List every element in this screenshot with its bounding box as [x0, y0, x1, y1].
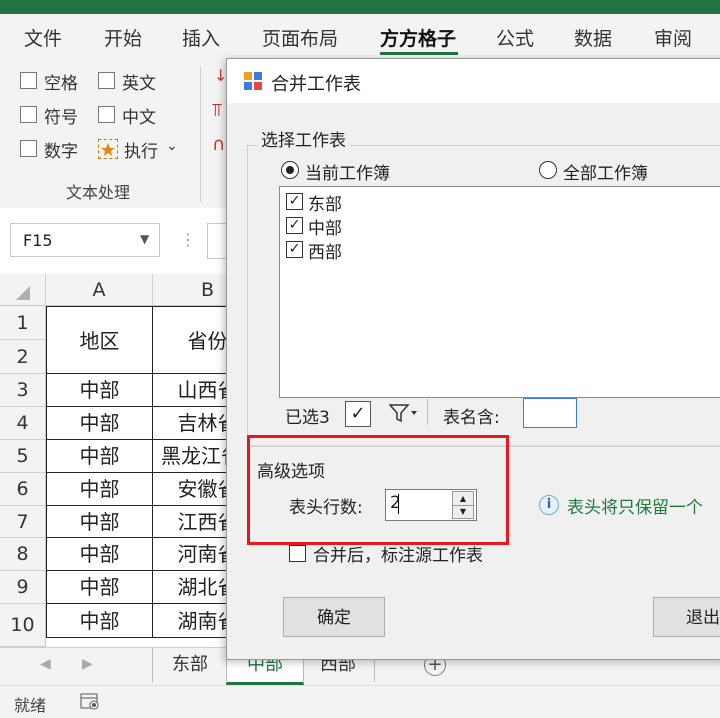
sheet-tab-east[interactable]: 东部: [152, 648, 227, 682]
checkbox-english[interactable]: [98, 72, 115, 89]
sheet-name: 中部: [308, 219, 342, 239]
selected-count: 已选3: [285, 408, 330, 428]
active-tab-indicator: [380, 52, 458, 55]
row-header[interactable]: 7: [0, 506, 46, 538]
merge-sheets-dialog: 合并工作表 选择工作表 当前工作簿 全部工作簿 ✓ 东部 ✓ 中部 ✓ 西部 已…: [226, 58, 720, 660]
app-icon: [244, 72, 262, 90]
scroll-left-icon[interactable]: ◀: [40, 656, 51, 672]
name-contains-label: 表名含:: [443, 408, 500, 428]
checkbox-chinese[interactable]: [98, 106, 115, 123]
table-cell[interactable]: 中部: [46, 473, 153, 506]
table-cell[interactable]: 中部: [46, 374, 153, 407]
scroll-right-icon[interactable]: ▶: [82, 656, 93, 672]
dialog-title-bar: 合并工作表: [227, 59, 720, 103]
macro-record-icon[interactable]: [80, 693, 100, 711]
checkbox-english-label: 英文: [122, 74, 156, 94]
tab-review[interactable]: 审阅: [654, 24, 692, 51]
row-header[interactable]: 9: [0, 571, 46, 604]
tab-fangfang[interactable]: 方方格子: [380, 24, 456, 51]
checkbox-symbol[interactable]: [20, 106, 37, 123]
ribbon-tab-bar: 文件 开始 插入 页面布局 方方格子 公式 数据 审阅: [0, 14, 720, 58]
tab-page-layout[interactable]: 页面布局: [262, 24, 338, 51]
chevron-down-icon[interactable]: ⌄: [166, 138, 178, 154]
execute-button[interactable]: 执行: [124, 137, 158, 162]
status-bar: 就绪: [0, 685, 720, 718]
tab-home[interactable]: 开始: [104, 24, 142, 51]
sheet-checkbox[interactable]: ✓: [286, 217, 303, 234]
tab-formulas[interactable]: 公式: [496, 24, 534, 51]
tab-file[interactable]: 文件: [24, 24, 62, 51]
checkbox-chinese-label: 中文: [122, 108, 156, 128]
sheet-checkbox[interactable]: ✓: [286, 193, 303, 210]
chevron-down-icon[interactable]: ▼: [140, 232, 149, 246]
sheet-checkbox[interactable]: ✓: [286, 241, 303, 258]
checkbox-space-label: 空格: [44, 74, 78, 94]
status-text: 就绪: [14, 696, 47, 715]
radio-current-workbook[interactable]: [281, 161, 299, 179]
radio-all-label: 全部工作簿: [563, 164, 648, 184]
mark-source-checkbox[interactable]: [289, 545, 306, 562]
row-header[interactable]: 3: [0, 374, 46, 407]
exit-button[interactable]: 退出: [653, 597, 720, 637]
tab-insert[interactable]: 插入: [182, 24, 220, 51]
select-all-corner[interactable]: [0, 274, 46, 306]
row-header[interactable]: 6: [0, 473, 46, 506]
filter-icon[interactable]: [389, 403, 419, 423]
tab-data[interactable]: 数据: [574, 24, 612, 51]
radio-current-label: 当前工作簿: [305, 164, 390, 184]
sheet-list[interactable]: ✓ 东部 ✓ 中部 ✓ 西部: [279, 186, 720, 398]
table-cell[interactable]: 中部: [46, 571, 153, 604]
info-icon: i: [539, 495, 559, 515]
table-cell[interactable]: 中部: [46, 407, 153, 440]
checkbox-symbol-label: 符号: [44, 108, 78, 128]
execute-icon: [98, 139, 118, 159]
sheet-name: 东部: [308, 195, 342, 215]
table-cell[interactable]: 中部: [46, 506, 153, 538]
ok-button[interactable]: 确定: [283, 597, 385, 637]
partial-icon-3: ∩: [212, 134, 226, 155]
select-sheets-label: 选择工作表: [257, 126, 350, 151]
checkbox-number[interactable]: [20, 140, 37, 157]
select-all-icon[interactable]: ✓: [345, 401, 371, 427]
checkbox-space[interactable]: [20, 72, 37, 89]
column-header-a[interactable]: A: [46, 274, 153, 306]
row-header[interactable]: 4: [0, 407, 46, 440]
row-header[interactable]: 10: [0, 604, 46, 647]
info-text: 表头将只保留一个: [567, 498, 703, 518]
table-cell[interactable]: 中部: [46, 604, 153, 638]
table-cell[interactable]: 中部: [46, 440, 153, 473]
sheet-name: 西部: [308, 243, 342, 263]
name-box[interactable]: F15: [10, 223, 160, 257]
row-header[interactable]: 8: [0, 538, 46, 571]
row-header[interactable]: 5: [0, 440, 46, 473]
radio-all-workbooks[interactable]: [539, 161, 557, 179]
divider: [427, 399, 428, 425]
checkbox-number-label: 数字: [44, 142, 78, 162]
more-icon: ⋮: [180, 230, 196, 249]
header-cell-region[interactable]: 地区: [46, 306, 153, 374]
group-divider: [200, 66, 201, 202]
table-cell[interactable]: 中部: [46, 538, 153, 571]
group-label: 文本处理: [66, 183, 131, 202]
dialog-title: 合并工作表: [271, 74, 361, 95]
row-header[interactable]: 2: [0, 340, 46, 374]
title-bar: [0, 0, 720, 14]
highlight-box: [247, 435, 509, 545]
name-contains-input[interactable]: [523, 398, 577, 428]
row-header[interactable]: 1: [0, 306, 46, 340]
partial-icon-2: ⫪: [212, 100, 223, 121]
